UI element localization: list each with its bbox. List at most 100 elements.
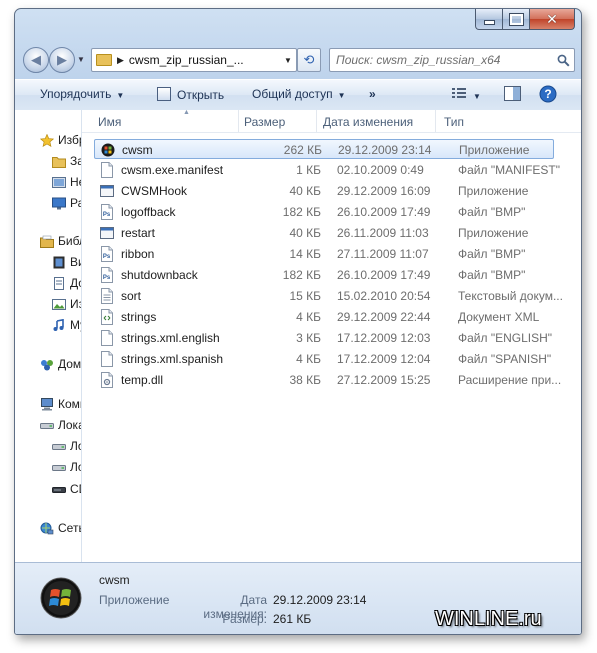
file-row[interactable]: sort 15 КБ 15.02.2010 20:54 Текстовый докум… [94, 286, 563, 306]
column-name[interactable]: Имя [98, 115, 121, 129]
file-date: 27.11.2009 11:07 [337, 247, 429, 261]
file-name: strings [121, 310, 157, 324]
file-row[interactable]: temp.dll 38 КБ 27.12.2009 15:25 Расширение … [94, 370, 561, 390]
breadcrumb-separator-icon[interactable]: ▶ [117, 55, 124, 66]
back-button[interactable]: ◀ [23, 47, 49, 73]
app-file-icon [100, 225, 114, 241]
file-row[interactable]: strings 4 КБ 29.12.2009 22:44 Документ XML [94, 307, 554, 327]
watermark-logo: WINLINE.ru [435, 608, 542, 630]
history-dropdown-icon[interactable]: ▼ [77, 55, 85, 64]
column-date[interactable]: Дата изменения [323, 115, 413, 129]
sidebar-item[interactable]: Локальный диск [15, 437, 81, 455]
sidebar-item[interactable]: Изображения [15, 295, 81, 313]
video-icon [52, 256, 66, 269]
file-name: strings.xml.spanish [121, 352, 224, 366]
file-size: 182 КБ [282, 268, 321, 282]
file-row[interactable]: CWSMHook 40 КБ 29.12.2009 16:09 Приложение [94, 181, 554, 201]
column-divider[interactable] [316, 110, 317, 132]
column-headers: ▲ Имя Размер Дата изменения Тип [82, 109, 581, 133]
organize-button[interactable]: Упорядочить ▼ [40, 87, 124, 101]
file-row[interactable]: strings.xml.spanish 4 КБ 17.12.2009 12:04 Ф… [94, 349, 554, 369]
sidebar-item[interactable]: Музыка [15, 316, 81, 334]
sidebar-item[interactable]: Загрузки [15, 152, 81, 170]
sidebar-item[interactable]: Видео [15, 253, 81, 271]
svg-text:Ps: Ps [103, 212, 111, 218]
maximize-button[interactable] [503, 9, 530, 30]
sidebar-item[interactable]: Рабочий стол [15, 194, 81, 212]
open-button[interactable]: Открыть [157, 87, 224, 102]
column-divider[interactable] [435, 110, 436, 132]
svg-text:?: ? [544, 87, 551, 101]
file-row[interactable]: cwsm 262 КБ 29.12.2009 23:14 Приложение [94, 139, 554, 159]
details-modified-value: 29.12.2009 23:14 [273, 593, 367, 607]
view-options-icon[interactable] [451, 86, 467, 103]
details-size-value: 261 КБ [273, 612, 312, 626]
text-file-icon [100, 288, 114, 304]
more-commands-button[interactable]: » [369, 87, 376, 101]
minimize-button[interactable] [475, 9, 503, 30]
sidebar-item[interactable]: Сеть [15, 519, 81, 537]
file-row[interactable]: Ps shutdownback 182 КБ 26.10.2009 17:49 Файл… [94, 265, 554, 285]
sidebar-item[interactable]: Библиотеки [15, 232, 81, 250]
file-list: ▲ Имя Размер Дата изменения Тип cwsm 262 … [82, 109, 581, 562]
search-icon[interactable] [552, 54, 574, 67]
file-size: 4 КБ [296, 352, 321, 366]
share-button[interactable]: Общий доступ ▼ [252, 87, 346, 101]
forward-button[interactable]: ▶ [49, 47, 75, 73]
sidebar-item[interactable]: Компьютер [15, 395, 81, 413]
preview-pane-icon[interactable] [504, 86, 521, 104]
file-type: Приложение [458, 226, 529, 240]
refresh-icon: ⟲ [303, 52, 315, 67]
navigation-bar: ◀ ▶ ▼ ▶ cwsm_zip_russian_... ▼ ⟲ Поиск: … [23, 47, 575, 73]
sidebar-item[interactable]: Избранное [15, 131, 81, 149]
network-icon [40, 522, 54, 535]
file-name: CWSMHook [121, 184, 188, 198]
sidebar-item-label: Избранное [58, 133, 81, 147]
column-type[interactable]: Тип [444, 115, 464, 129]
column-divider[interactable] [238, 110, 239, 132]
blank-file-icon [100, 162, 114, 178]
sidebar-item[interactable]: Локальный диск [15, 458, 81, 476]
file-row[interactable]: Ps logoffback 182 КБ 26.10.2009 17:49 Файл "… [94, 202, 554, 222]
search-input[interactable]: Поиск: cwsm_zip_russian_x64 [330, 53, 552, 67]
address-path[interactable]: cwsm_zip_russian_... [129, 53, 280, 67]
file-type: Файл "MANIFEST" [458, 163, 561, 177]
view-dropdown-icon[interactable]: ▼ [473, 88, 481, 102]
homegroup-icon [40, 358, 54, 371]
sidebar-item-label: Музыка [70, 318, 81, 332]
file-type: Приложение [459, 143, 530, 157]
file-row[interactable]: restart 40 КБ 26.11.2009 11:03 Приложение [94, 223, 554, 243]
sidebar-item[interactable]: CD-дисковод [15, 480, 81, 498]
file-size: 3 КБ [296, 331, 321, 345]
sort-indicator-icon: ▲ [183, 109, 190, 116]
documents-icon [52, 277, 66, 290]
file-row[interactable]: Ps ribbon 14 КБ 27.11.2009 11:07 Файл "BMP" [94, 244, 554, 264]
search-box[interactable]: Поиск: cwsm_zip_russian_x64 [329, 48, 575, 72]
details-file-type: Приложение [99, 593, 170, 607]
file-size: 14 КБ [289, 247, 321, 261]
sidebar-item-label: Библиотеки [58, 234, 81, 248]
help-icon[interactable]: ? [539, 85, 557, 106]
minimize-icon [483, 19, 495, 25]
sidebar-item[interactable]: Недавние места [15, 173, 81, 191]
share-label: Общий доступ [252, 87, 333, 101]
refresh-button[interactable]: ⟲ [297, 48, 321, 72]
ps-file-icon: Ps [100, 267, 114, 283]
file-row[interactable]: cwsm.exe.manifest 1 КБ 02.10.2009 0:49 Файл… [94, 160, 560, 180]
file-row[interactable]: strings.xml.english 3 КБ 17.12.2009 12:03 Ф… [94, 328, 554, 348]
file-name: shutdownback [121, 268, 198, 282]
sidebar-item-label: CD-дисковод [70, 482, 81, 496]
address-dropdown-icon[interactable]: ▼ [280, 56, 296, 65]
back-arrow-icon: ◀ [31, 52, 41, 67]
organize-label: Упорядочить [40, 87, 112, 101]
sidebar-item[interactable]: Локальный диск [15, 416, 81, 434]
sidebar-item[interactable]: Документы [15, 274, 81, 292]
address-bar[interactable]: ▶ cwsm_zip_russian_... ▼ [91, 48, 297, 72]
column-size[interactable]: Размер [244, 115, 285, 129]
file-size: 1 КБ [296, 163, 321, 177]
ps-file-icon: Ps [100, 204, 114, 220]
sidebar-item[interactable]: Домашняя группа [15, 355, 81, 373]
file-name: temp.dll [121, 373, 164, 387]
close-button[interactable]: ✕ [530, 9, 575, 30]
file-date: 29.12.2009 16:09 [337, 184, 431, 198]
